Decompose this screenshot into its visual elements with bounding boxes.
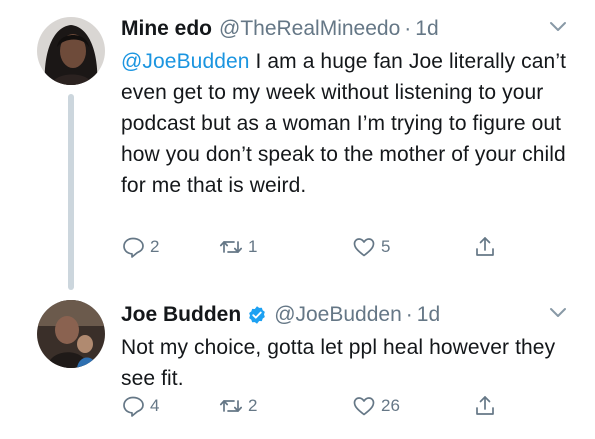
timestamp[interactable]: 1d [415, 17, 438, 41]
avatar-photo [37, 300, 105, 368]
retweet-icon [219, 400, 243, 412]
heart-icon [353, 238, 375, 257]
avatar[interactable] [37, 300, 105, 368]
reply-count: 4 [150, 396, 160, 415]
retweet-count: 1 [248, 237, 258, 256]
user-handle[interactable]: @JoeBudden [274, 303, 402, 327]
retweet-icon [219, 241, 243, 253]
reply-button[interactable]: 4 [121, 392, 159, 420]
like-button[interactable]: 26 [352, 392, 400, 420]
like-count: 5 [381, 237, 391, 256]
tweet[interactable]: Joe Budden @JoeBudden · 1d Not my choice… [0, 290, 595, 439]
avatar[interactable] [37, 17, 105, 85]
chevron-down-icon[interactable] [549, 21, 567, 33]
user-handle[interactable]: @TheRealMineedo [219, 17, 400, 41]
tweet-text: Not my choice, gotta let ppl heal howeve… [121, 336, 556, 390]
heart-icon [353, 397, 375, 416]
thread-connector [68, 94, 74, 290]
separator-dot: · [405, 303, 413, 326]
share-button[interactable] [473, 233, 497, 261]
retweet-button[interactable]: 1 [219, 233, 257, 261]
reply-icon [123, 237, 144, 258]
share-button[interactable] [473, 392, 497, 420]
display-name[interactable]: Mine edo [121, 17, 212, 41]
action-bar: 4 2 26 [121, 392, 575, 420]
reply-button[interactable]: 2 [121, 233, 159, 261]
tweet-content: Joe Budden @JoeBudden · 1d Not my choice… [121, 299, 575, 394]
separator-dot: · [404, 17, 412, 40]
share-icon [476, 237, 494, 256]
display-name[interactable]: Joe Budden [121, 303, 241, 327]
reply-icon [123, 396, 144, 417]
verified-badge-icon [249, 306, 266, 324]
timestamp[interactable]: 1d [417, 303, 440, 327]
share-icon [476, 396, 494, 415]
tweet-header: Joe Budden @JoeBudden · 1d [121, 299, 575, 331]
tweet-text: @JoeBudden I am a huge fan Joe literally… [121, 46, 575, 201]
tweet-header: Mine edo @TheRealMineedo · 1d [121, 13, 575, 45]
like-count: 26 [381, 396, 400, 415]
retweet-count: 2 [248, 396, 258, 415]
like-button[interactable]: 5 [352, 233, 390, 261]
reply-count: 2 [150, 237, 160, 256]
chevron-down-icon[interactable] [549, 307, 567, 319]
action-bar: 2 1 5 [121, 233, 575, 261]
retweet-button[interactable]: 2 [219, 392, 257, 420]
tweet[interactable]: Mine edo @TheRealMineedo · 1d @JoeBudden… [0, 0, 595, 290]
avatar-photo [37, 17, 105, 85]
mention-link[interactable]: @JoeBudden [121, 50, 250, 73]
tweet-content: Mine edo @TheRealMineedo · 1d @JoeBudden… [121, 13, 575, 201]
